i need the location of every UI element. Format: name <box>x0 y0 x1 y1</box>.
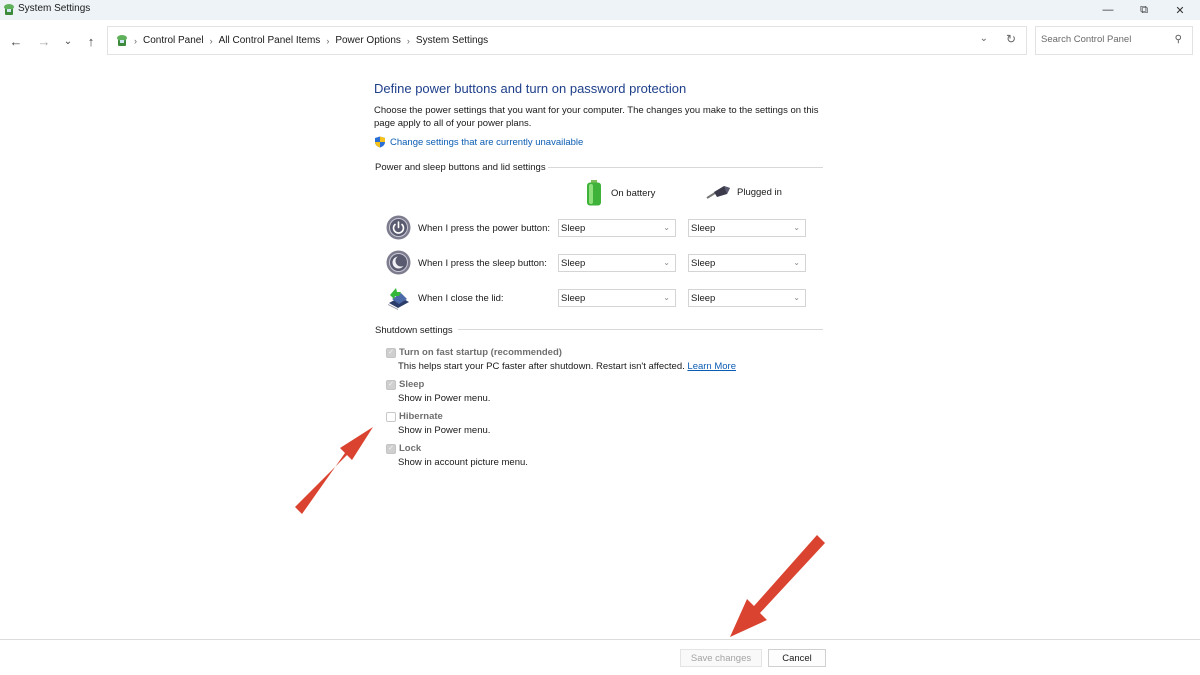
up-button[interactable]: ↑ <box>80 30 102 52</box>
laptop-lid-icon <box>388 288 409 310</box>
learn-more-link[interactable]: Learn More <box>687 361 736 372</box>
sleep-description: Show in Power menu. <box>398 393 491 404</box>
column-plugged-in: Plugged in <box>706 184 782 200</box>
search-icon[interactable]: ⚲ <box>1175 34 1182 45</box>
shutdown-group-title: Shutdown settings <box>375 325 453 336</box>
title-bar: System Settings — ⧉ ✕ <box>0 0 1200 20</box>
breadcrumb-all-items[interactable]: All Control Panel Items <box>219 35 321 46</box>
chevron-down-icon: ⌄ <box>793 293 800 302</box>
lock-checkbox[interactable] <box>386 443 396 454</box>
fast-startup-description: This helps start your PC faster after sh… <box>398 361 736 372</box>
breadcrumb-separator: › <box>326 35 330 46</box>
hibernate-description: Show in Power menu. <box>398 425 491 436</box>
select-value: Sleep <box>691 258 716 269</box>
select-value: Sleep <box>561 293 586 304</box>
annotation-arrow-to-hibernate <box>295 427 373 514</box>
refresh-icon[interactable]: ↻ <box>1006 32 1016 46</box>
group-divider <box>458 329 823 330</box>
restore-icon: ⧉ <box>1140 3 1148 16</box>
control-panel-icon <box>4 4 14 15</box>
address-dropdown-icon[interactable]: ⌄ <box>980 33 988 44</box>
breadcrumb: › Control Panel › All Control Panel Item… <box>116 34 488 47</box>
chevron-down-icon: ⌄ <box>63 35 73 47</box>
close-button[interactable]: ✕ <box>1162 0 1198 20</box>
power-button-label: When I press the power button: <box>418 223 551 234</box>
save-changes-button[interactable]: Save changes <box>680 649 762 667</box>
chevron-down-icon: ⌄ <box>663 293 670 302</box>
fast-startup-option: Turn on fast startup (recommended) <box>386 347 562 358</box>
chevron-down-icon: ⌄ <box>793 258 800 267</box>
cancel-button[interactable]: Cancel <box>768 649 826 667</box>
column-label: On battery <box>611 187 656 199</box>
select-value: Sleep <box>561 258 586 269</box>
column-on-battery: On battery <box>586 180 655 206</box>
footer-divider <box>0 639 1200 640</box>
group-divider <box>548 167 823 168</box>
minimize-icon: — <box>1102 4 1114 16</box>
recent-locations-button[interactable]: ⌄ <box>57 30 79 52</box>
sleep-button-on-battery-select[interactable]: Sleep ⌄ <box>558 254 676 272</box>
sleep-button-label: When I press the sleep button: <box>418 258 547 269</box>
lock-description: Show in account picture menu. <box>398 457 528 468</box>
minimize-button[interactable]: — <box>1090 0 1126 20</box>
page-title: Define power buttons and turn on passwor… <box>374 81 687 96</box>
chevron-down-icon: ⌄ <box>793 223 800 232</box>
hibernate-label: Hibernate <box>399 411 443 422</box>
sleep-button-plugged-in-select[interactable]: Sleep ⌄ <box>688 254 806 272</box>
lid-close-label: When I close the lid: <box>418 293 504 304</box>
back-arrow-icon: ← <box>9 33 23 49</box>
breadcrumb-separator: › <box>134 35 137 46</box>
lock-option: Lock <box>386 443 421 454</box>
breadcrumb-system-settings[interactable]: System Settings <box>416 35 488 46</box>
control-panel-icon <box>117 35 127 46</box>
forward-arrow-icon: → <box>37 33 51 49</box>
power-buttons-group-title: Power and sleep buttons and lid settings <box>375 162 546 173</box>
power-plug-icon <box>706 186 730 199</box>
select-value: Sleep <box>561 223 586 234</box>
page-description: Choose the power settings that you want … <box>374 105 819 129</box>
lid-close-on-battery-select[interactable]: Sleep ⌄ <box>558 289 676 307</box>
lock-label: Lock <box>399 443 422 454</box>
up-arrow-icon: ↑ <box>87 33 95 49</box>
forward-button[interactable]: → <box>33 30 55 52</box>
chevron-down-icon: ⌄ <box>663 258 670 267</box>
column-label: Plugged in <box>737 186 782 198</box>
address-toolbar: ← → ⌄ ↑ › Control Panel › All Control Pa… <box>0 20 1200 62</box>
select-value: Sleep <box>691 293 716 304</box>
sleep-option: Sleep <box>386 379 424 390</box>
breadcrumb-power-options[interactable]: Power Options <box>335 35 401 46</box>
search-box: ⚲ <box>1035 26 1193 55</box>
change-settings-link-text: Change settings that are currently unava… <box>390 136 584 148</box>
power-button-on-battery-select[interactable]: Sleep ⌄ <box>558 219 676 237</box>
breadcrumb-control-panel[interactable]: Control Panel <box>143 35 204 46</box>
sleep-button-icon <box>386 250 411 275</box>
uac-shield-icon <box>375 136 385 148</box>
address-bar[interactable]: › Control Panel › All Control Panel Item… <box>107 26 1027 55</box>
sleep-checkbox[interactable] <box>386 379 396 390</box>
lid-close-plugged-in-select[interactable]: Sleep ⌄ <box>688 289 806 307</box>
search-input[interactable] <box>1041 34 1166 45</box>
select-value: Sleep <box>691 223 716 234</box>
power-button-icon <box>386 215 411 240</box>
window-title: System Settings <box>18 3 91 14</box>
fast-startup-checkbox[interactable] <box>386 347 396 358</box>
sleep-label: Sleep <box>399 379 425 390</box>
description-text: This helps start your PC faster after sh… <box>398 361 685 372</box>
annotation-arrow-to-save <box>730 535 825 637</box>
power-button-plugged-in-select[interactable]: Sleep ⌄ <box>688 219 806 237</box>
fast-startup-label: Turn on fast startup (recommended) <box>399 347 562 358</box>
hibernate-checkbox[interactable] <box>386 411 396 422</box>
breadcrumb-separator: › <box>209 35 213 46</box>
back-button[interactable]: ← <box>5 30 27 52</box>
breadcrumb-separator: › <box>406 35 410 46</box>
battery-icon <box>587 180 601 206</box>
chevron-down-icon: ⌄ <box>663 223 670 232</box>
hibernate-option: Hibernate <box>386 411 443 422</box>
close-icon: ✕ <box>1175 4 1185 17</box>
change-settings-link[interactable]: Change settings that are currently unava… <box>374 136 583 148</box>
restore-button[interactable]: ⧉ <box>1126 0 1162 20</box>
